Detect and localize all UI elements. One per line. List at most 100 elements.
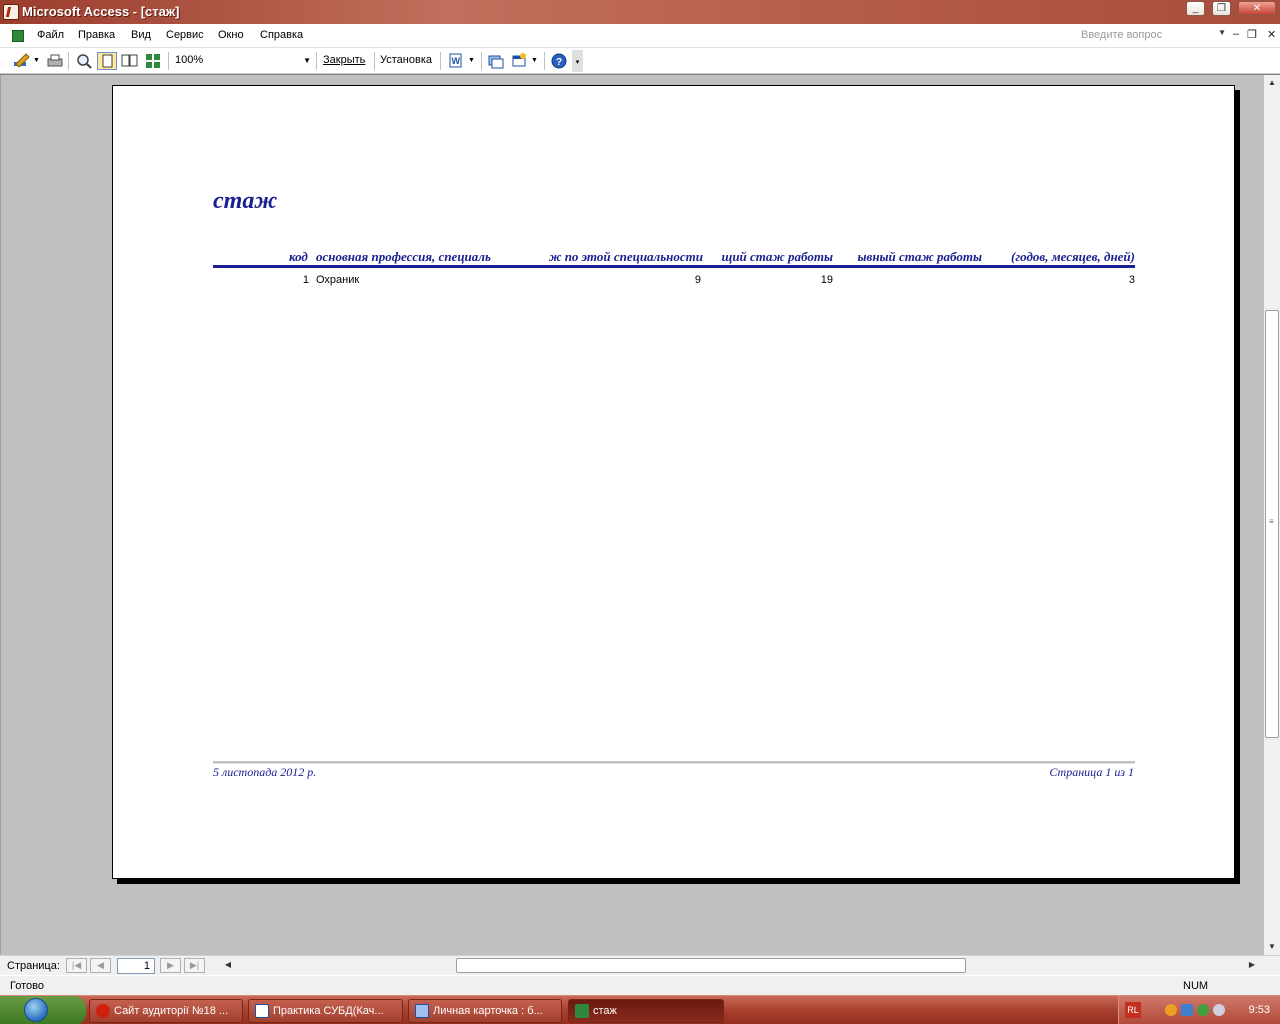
num-lock-indicator: NUM	[1183, 980, 1209, 992]
next-page-icon[interactable]: ▶	[160, 958, 181, 973]
page-setup-button[interactable]: Установка	[380, 54, 432, 72]
access-app-icon[interactable]	[3, 4, 19, 20]
taskbar-item-report[interactable]: стаж	[568, 999, 724, 1023]
menu-tools[interactable]: Сервис	[166, 29, 204, 41]
toolbar-separator	[544, 52, 545, 70]
volume-icon[interactable]	[1213, 1004, 1225, 1016]
mdi-minimize-button[interactable]: –	[1233, 28, 1239, 40]
ask-question-input[interactable]: Введите вопрос ▼	[1078, 28, 1226, 45]
column-header-period: (годов, месяцев, дней)	[1011, 249, 1135, 264]
horizontal-scrollbar[interactable]: ◀ ▶	[220, 957, 1260, 973]
scroll-right-icon[interactable]: ▶	[1244, 957, 1260, 973]
window-title: Microsoft Access - [стаж]	[22, 4, 180, 19]
chevron-down-icon[interactable]: ▼	[1218, 28, 1226, 37]
cell-total-years: 19	[820, 274, 833, 286]
multiple-pages-icon[interactable]	[144, 52, 164, 70]
database-window-icon[interactable]	[487, 52, 505, 70]
report-page: стаж код основная профессия, специаль ж …	[112, 85, 1235, 879]
svg-text:?: ?	[556, 57, 562, 68]
report-title: стаж	[213, 188, 278, 214]
network-icon[interactable]	[1181, 1004, 1193, 1016]
tray-app-icon[interactable]	[1165, 1004, 1177, 1016]
taskbar-item-label: стаж	[593, 1005, 617, 1017]
database-icon[interactable]	[12, 30, 24, 42]
mdi-close-button[interactable]: ✕	[1267, 28, 1276, 41]
taskbar: Сайт аудиторії №18 ... Практика СУБД(Кач…	[0, 995, 1280, 1024]
vertical-scroll-thumb[interactable]: ≡	[1265, 310, 1279, 738]
close-preview-button[interactable]: Закрыть	[323, 54, 365, 72]
form-icon	[415, 1004, 429, 1018]
scroll-up-icon[interactable]: ▲	[1264, 75, 1280, 91]
media-icon[interactable]	[1197, 1004, 1209, 1016]
help-icon[interactable]: ?	[550, 52, 568, 70]
record-navigation-bar: Страница: |◀ ◀ 1 ▶ ▶| ◀ ▶	[0, 955, 1280, 975]
taskbar-item-opera[interactable]: Сайт аудиторії №18 ...	[89, 999, 243, 1023]
taskbar-item-label: Сайт аудиторії №18 ...	[114, 1005, 229, 1017]
column-header-total-experience: щий стаж работы	[721, 249, 834, 264]
menu-view[interactable]: Вид	[131, 29, 151, 41]
opera-icon	[96, 1004, 110, 1018]
svg-text:W: W	[452, 56, 461, 66]
print-icon[interactable]	[46, 52, 64, 70]
clock[interactable]: 9:53	[1249, 1004, 1270, 1016]
footer-page-number: Страница 1 из 1	[1049, 765, 1134, 779]
toolbar-options-chevron-icon[interactable]: ▾	[572, 50, 583, 72]
scroll-left-icon[interactable]: ◀	[220, 957, 236, 973]
print-preview-area[interactable]: стаж код основная профессия, специаль ж …	[0, 75, 1264, 955]
menu-file[interactable]: Файл	[37, 29, 64, 41]
minimize-button[interactable]: _	[1186, 1, 1205, 16]
office-links-icon[interactable]: W	[448, 52, 464, 70]
taskbar-item-label: Практика СУБД(Кач...	[273, 1005, 384, 1017]
zoom-select[interactable]: 100% ▼	[171, 52, 314, 69]
status-bar: Готово NUM	[0, 975, 1280, 995]
restore-button[interactable]: ❐	[1212, 1, 1231, 16]
menu-edit[interactable]: Правка	[78, 29, 115, 41]
close-window-button[interactable]: ✕	[1238, 1, 1276, 16]
cell-profession: Охраник	[316, 274, 360, 286]
windows-logo-icon	[24, 998, 48, 1022]
mdi-restore-button[interactable]: ❐	[1247, 28, 1257, 41]
menu-window[interactable]: Окно	[218, 29, 244, 41]
chevron-down-icon[interactable]: ▼	[468, 57, 476, 75]
language-indicator[interactable]: RL	[1125, 1002, 1141, 1018]
title-bar: Microsoft Access - [стаж] _ ❐ ✕	[0, 0, 1280, 24]
taskbar-item-form[interactable]: Личная карточка : б...	[408, 999, 562, 1023]
taskbar-item-label: Личная карточка : б...	[433, 1005, 543, 1017]
last-page-icon[interactable]: ▶|	[184, 958, 205, 973]
column-header-profession: основная профессия, специаль	[316, 249, 491, 264]
cell-code: 1	[302, 274, 309, 286]
status-text: Готово	[10, 980, 44, 992]
design-view-icon[interactable]	[12, 52, 32, 70]
first-page-icon[interactable]: |◀	[66, 958, 87, 973]
horizontal-scroll-thumb[interactable]	[456, 958, 966, 973]
table-row: 1 Охраник 9 19 3	[213, 274, 1135, 288]
grip-icon: ≡	[1269, 517, 1274, 526]
toolbar-separator	[481, 52, 482, 70]
chevron-down-icon[interactable]: ▼	[303, 53, 311, 68]
zoom-value: 100%	[175, 54, 204, 66]
scroll-down-icon[interactable]: ▼	[1264, 939, 1280, 955]
one-page-icon[interactable]	[97, 52, 117, 70]
chevron-down-icon[interactable]: ▼	[531, 57, 539, 75]
chevron-down-icon[interactable]: ▼	[33, 57, 41, 75]
word-icon	[255, 1004, 269, 1018]
column-header-continuous-experience: ывный стаж работы	[857, 249, 982, 264]
new-object-icon[interactable]	[510, 52, 528, 70]
toolbar-separator	[68, 52, 69, 70]
menu-help[interactable]: Справка	[260, 29, 303, 41]
page-number-input[interactable]: 1	[117, 958, 155, 974]
toolbar-separator	[168, 52, 169, 70]
header-divider	[213, 265, 1135, 268]
toolbar-separator	[440, 52, 441, 70]
start-button[interactable]	[0, 996, 86, 1024]
previous-page-icon[interactable]: ◀	[90, 958, 111, 973]
two-pages-icon[interactable]	[120, 52, 140, 70]
zoom-icon[interactable]	[75, 52, 93, 70]
footer-date: 5 листопада 2012 р.	[213, 765, 317, 779]
vertical-scrollbar[interactable]: ▲ ≡ ▼	[1264, 75, 1280, 955]
ask-question-placeholder: Введите вопрос	[1081, 29, 1163, 41]
system-tray: RL 9:53	[1118, 996, 1280, 1024]
column-header-code: код	[289, 249, 308, 264]
report-column-headers: код основная профессия, специаль ж по эт…	[213, 249, 1135, 265]
taskbar-item-word[interactable]: Практика СУБД(Кач...	[248, 999, 403, 1023]
